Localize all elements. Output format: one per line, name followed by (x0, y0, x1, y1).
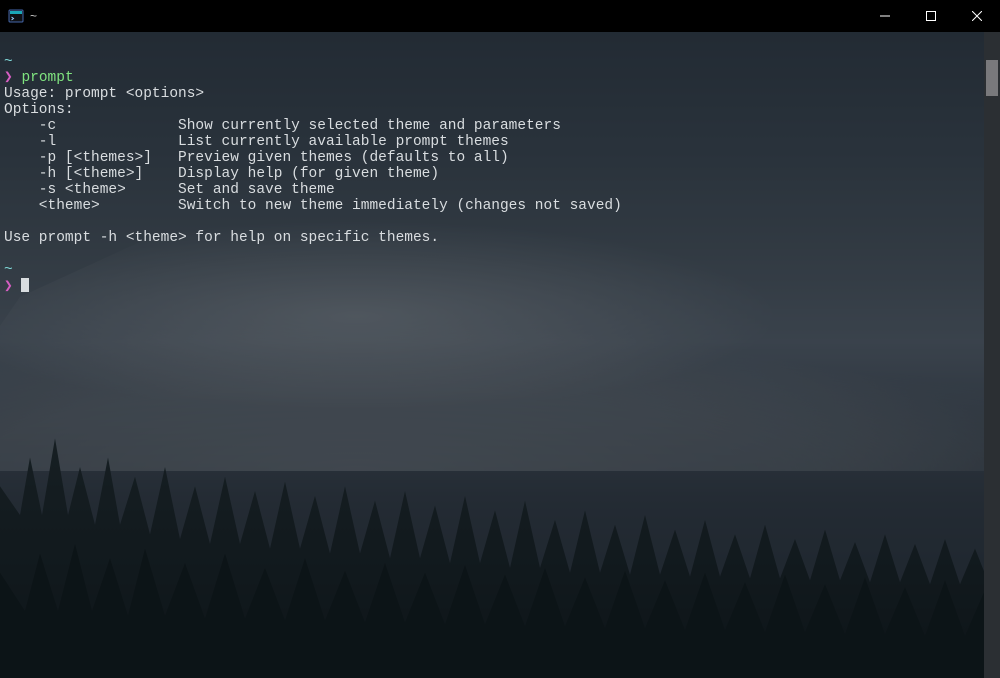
blank-line (4, 214, 980, 230)
scrollbar-thumb[interactable] (986, 60, 998, 96)
window-title: ~ (30, 9, 37, 23)
footer-line: Use prompt -h <theme> for help on specif… (4, 230, 980, 246)
option-line-1: -l List currently available prompt theme… (4, 134, 980, 150)
cwd-tilde: ~ (4, 54, 13, 70)
option-line-0: -c Show currently selected theme and par… (4, 118, 980, 134)
maximize-button[interactable] (908, 0, 954, 32)
app-icon (8, 8, 24, 24)
titlebar[interactable]: ~ (0, 0, 1000, 32)
option-row: -c Show currently selected theme and par… (4, 118, 561, 134)
footer-text: Use prompt -h <theme> for help on specif… (4, 230, 439, 246)
cwd-tilde: ~ (4, 262, 13, 278)
cwd-line: ~ (4, 262, 980, 278)
cursor[interactable] (21, 278, 29, 292)
prompt-line: ❯ (4, 278, 980, 294)
usage-line: Usage: prompt <options> (4, 86, 980, 102)
blank-line (4, 246, 980, 262)
option-row: -l List currently available prompt theme… (4, 134, 509, 150)
terminal-viewport[interactable]: ~❯ promptUsage: prompt <options>Options:… (0, 32, 1000, 678)
options-header-line: Options: (4, 102, 980, 118)
option-line-2: -p [<themes>] Preview given themes (defa… (4, 150, 980, 166)
blank-line (4, 38, 980, 54)
option-row: -p [<themes>] Preview given themes (defa… (4, 150, 509, 166)
scrollbar[interactable] (984, 32, 1000, 678)
terminal-window: ~ (0, 0, 1000, 678)
prompt-arrow: ❯ (4, 279, 21, 295)
close-button[interactable] (954, 0, 1000, 32)
options-header: Options: (4, 102, 74, 118)
option-line-3: -h [<theme>] Display help (for given the… (4, 166, 980, 182)
option-line-5: <theme> Switch to new theme immediately … (4, 198, 980, 214)
option-row: -s <theme> Set and save theme (4, 182, 335, 198)
command-line: ❯ prompt (4, 70, 980, 86)
minimize-button[interactable] (862, 0, 908, 32)
prompt-arrow: ❯ (4, 70, 21, 86)
command-text: prompt (21, 70, 73, 86)
option-row: -h [<theme>] Display help (for given the… (4, 166, 439, 182)
usage-text: Usage: prompt <options> (4, 86, 204, 102)
cwd-line: ~ (4, 54, 980, 70)
option-line-4: -s <theme> Set and save theme (4, 182, 980, 198)
option-row: <theme> Switch to new theme immediately … (4, 198, 622, 214)
terminal-output[interactable]: ~❯ promptUsage: prompt <options>Options:… (0, 32, 984, 678)
